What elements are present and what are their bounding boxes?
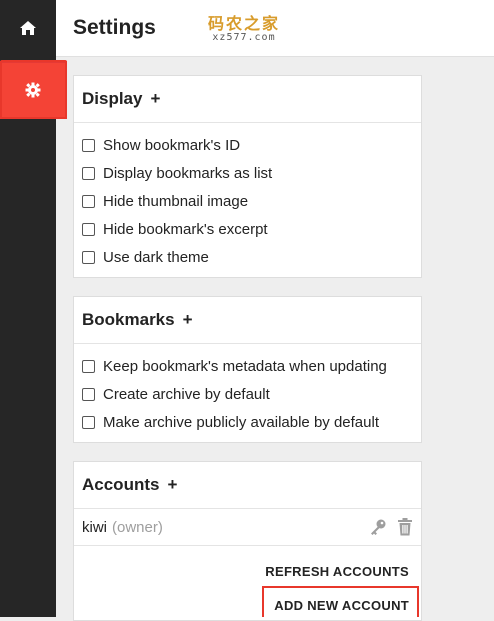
checkbox[interactable]: [82, 194, 95, 208]
option-label: Show bookmark's ID: [103, 136, 241, 154]
option-label: Display bookmarks as list: [103, 164, 273, 182]
home-icon: [20, 21, 36, 35]
refresh-accounts-button[interactable]: REFRESH ACCOUNTS: [265, 564, 409, 579]
checkbox[interactable]: [82, 387, 95, 401]
expand-icon: +: [150, 89, 161, 108]
option-display-as-list[interactable]: Display bookmarks as list: [82, 159, 413, 187]
bookmarks-panel-header[interactable]: Bookmarks +: [74, 297, 421, 344]
trash-icon[interactable]: [397, 518, 413, 536]
option-label: Hide thumbnail image: [103, 192, 249, 210]
accounts-panel-header[interactable]: Accounts +: [74, 462, 421, 509]
option-label: Make archive publicly available by defau…: [103, 413, 379, 431]
header: Settings 码农之家 xz577.com: [56, 0, 494, 57]
checkbox[interactable]: [82, 138, 95, 152]
watermark-logo: 码农之家 xz577.com: [208, 10, 280, 43]
option-label: Hide bookmark's excerpt: [103, 220, 268, 238]
settings-button[interactable]: [0, 61, 67, 119]
expand-icon: +: [182, 310, 193, 329]
checkbox[interactable]: [82, 359, 95, 373]
option-create-archive[interactable]: Create archive by default: [82, 380, 413, 408]
display-options: Show bookmark's ID Display bookmarks as …: [74, 123, 421, 277]
gear-icon: [25, 82, 41, 98]
account-username: kiwi: [82, 518, 107, 536]
accounts-panel: Accounts + kiwi (owner) REFRESH ACCOUNTS…: [73, 461, 422, 621]
option-keep-metadata[interactable]: Keep bookmark's metadata when updating: [82, 352, 413, 380]
sidebar: [0, 0, 67, 617]
display-panel-header[interactable]: Display +: [74, 76, 421, 123]
bookmarks-panel: Bookmarks + Keep bookmark's metadata whe…: [73, 296, 422, 443]
display-panel: Display + Show bookmark's ID Display boo…: [73, 75, 422, 278]
checkbox[interactable]: [82, 222, 95, 236]
option-hide-excerpt[interactable]: Hide bookmark's excerpt: [82, 215, 413, 243]
bookmarks-options: Keep bookmark's metadata when updating C…: [74, 344, 421, 442]
bookmarks-panel-title: Bookmarks: [82, 310, 175, 329]
option-public-archive[interactable]: Make archive publicly available by defau…: [82, 408, 413, 436]
add-new-account-button[interactable]: ADD NEW ACCOUNT: [274, 598, 409, 613]
checkbox[interactable]: [82, 250, 95, 264]
checkbox[interactable]: [82, 415, 95, 429]
watermark-url: xz577.com: [212, 32, 276, 43]
option-label: Create archive by default: [103, 385, 270, 403]
account-role: (owner): [112, 518, 163, 536]
page-title: Settings: [73, 16, 156, 39]
key-icon[interactable]: [369, 518, 387, 536]
option-label: Use dark theme: [103, 248, 209, 266]
account-actions: [369, 518, 413, 536]
home-button[interactable]: [0, 0, 56, 56]
option-dark-theme[interactable]: Use dark theme: [82, 243, 413, 271]
checkbox[interactable]: [82, 166, 95, 180]
display-panel-title: Display: [82, 89, 143, 108]
accounts-panel-title: Accounts: [82, 475, 160, 494]
account-row: kiwi (owner): [74, 509, 421, 546]
option-hide-thumbnail[interactable]: Hide thumbnail image: [82, 187, 413, 215]
option-label: Keep bookmark's metadata when updating: [103, 357, 387, 375]
watermark-text: 码农之家: [208, 14, 281, 33]
option-show-bookmark-id[interactable]: Show bookmark's ID: [82, 131, 413, 159]
expand-icon: +: [167, 475, 178, 494]
